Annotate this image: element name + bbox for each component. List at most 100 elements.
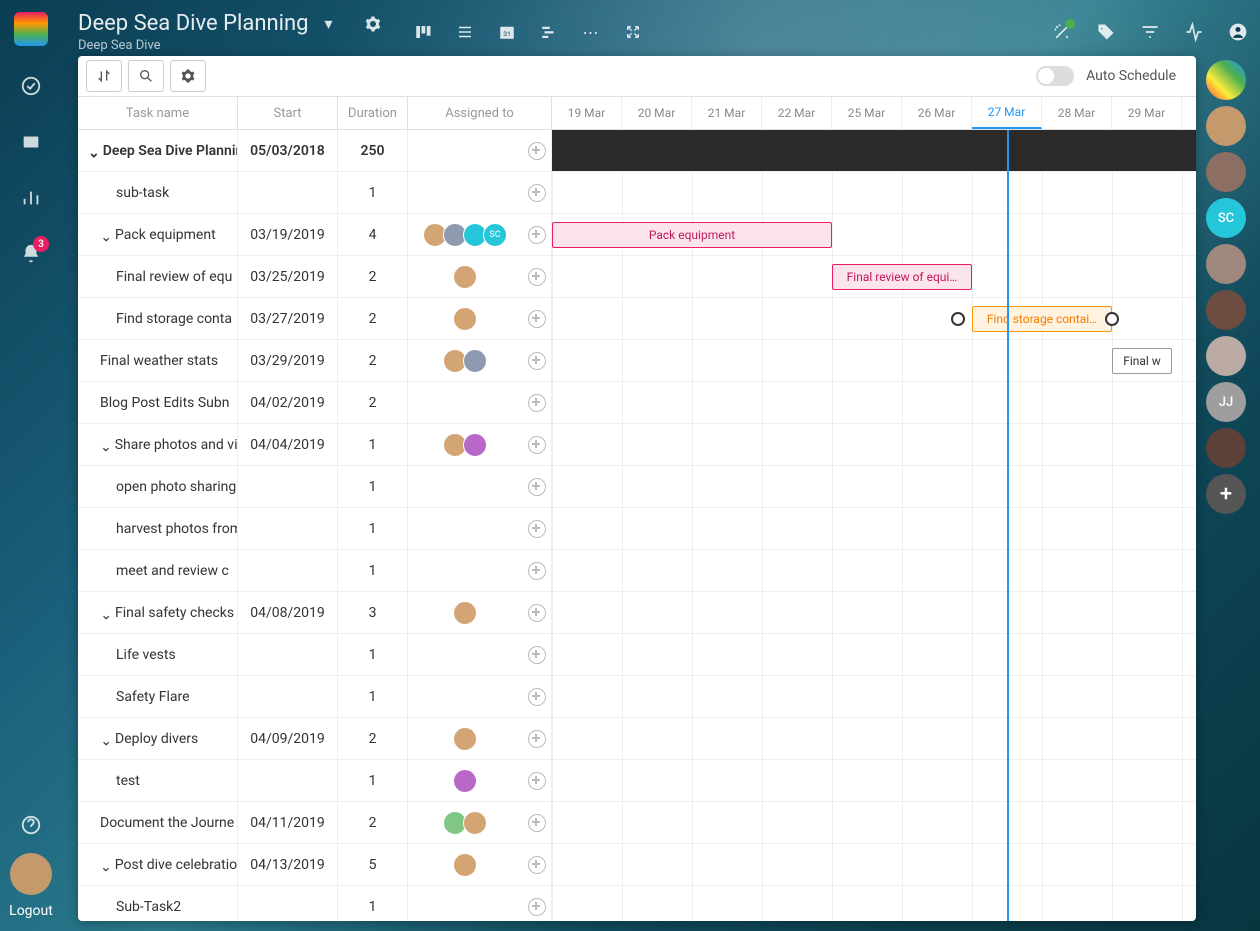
milestone-marker[interactable] (951, 312, 965, 326)
gantt-bar[interactable]: Pack equipment (552, 222, 832, 248)
task-start-cell[interactable] (238, 172, 338, 213)
expand-caret-icon[interactable]: ⌃ (100, 605, 112, 621)
col-header-start[interactable]: Start (238, 97, 338, 129)
task-start-cell[interactable] (238, 676, 338, 717)
task-name-cell[interactable]: Sub-Task2 (78, 886, 238, 921)
task-name-cell[interactable]: Document the Journe (78, 802, 238, 843)
date-header[interactable]: 20 Mar (622, 97, 692, 129)
user-icon[interactable] (1228, 22, 1248, 42)
task-duration-cell[interactable]: 1 (338, 676, 408, 717)
assignee-avatar[interactable] (453, 769, 477, 793)
assignee-avatar[interactable] (463, 349, 487, 373)
task-row[interactable]: open photo sharing1 (78, 466, 1196, 508)
add-member-button[interactable]: + (1206, 474, 1246, 514)
task-start-cell[interactable] (238, 466, 338, 507)
add-assignee-button[interactable] (522, 844, 552, 885)
task-assignee-cell[interactable] (408, 256, 522, 297)
add-assignee-button[interactable] (522, 802, 552, 843)
task-start-cell[interactable] (238, 550, 338, 591)
task-row[interactable]: harvest photos from1 (78, 508, 1196, 550)
task-duration-cell[interactable]: 2 (338, 802, 408, 843)
col-header-assigned[interactable]: Assigned to (408, 97, 552, 129)
task-assignee-cell[interactable] (408, 172, 522, 213)
timeline-cell[interactable]: Final review of equi… (552, 256, 1196, 297)
wand-icon[interactable] (1052, 22, 1072, 42)
add-assignee-button[interactable] (522, 214, 552, 255)
task-start-cell[interactable]: 04/11/2019 (238, 802, 338, 843)
task-assignee-cell[interactable] (408, 886, 522, 921)
task-name-cell[interactable]: sub-task (78, 172, 238, 213)
collapse-icon[interactable] (623, 22, 643, 42)
task-duration-cell[interactable]: 1 (338, 634, 408, 675)
auto-schedule-toggle[interactable] (1036, 66, 1074, 86)
task-duration-cell[interactable]: 1 (338, 550, 408, 591)
help-icon[interactable] (19, 813, 43, 837)
task-name-cell[interactable]: Find storage conta (78, 298, 238, 339)
task-row[interactable]: Life vests1 (78, 634, 1196, 676)
task-row[interactable]: Find storage conta03/27/20192Find storag… (78, 298, 1196, 340)
task-start-cell[interactable] (238, 886, 338, 921)
task-duration-cell[interactable]: 5 (338, 844, 408, 885)
task-row[interactable]: Final weather stats03/29/20192Final w (78, 340, 1196, 382)
task-start-cell[interactable]: 04/13/2019 (238, 844, 338, 885)
task-duration-cell[interactable]: 1 (338, 760, 408, 801)
add-assignee-button[interactable] (522, 424, 552, 465)
task-row[interactable]: Safety Flare 1 (78, 676, 1196, 718)
task-assignee-cell[interactable] (408, 130, 522, 171)
task-start-cell[interactable]: 05/03/2018 (238, 130, 338, 171)
task-duration-cell[interactable]: 1 (338, 886, 408, 921)
task-row[interactable]: Sub-Task2 1 (78, 886, 1196, 921)
task-start-cell[interactable] (238, 508, 338, 549)
task-name-cell[interactable]: ⌃Pack equipment (78, 214, 238, 255)
task-assignee-cell[interactable] (408, 844, 522, 885)
task-start-cell[interactable]: 03/29/2019 (238, 340, 338, 381)
date-header[interactable]: 28 Mar (1042, 97, 1112, 129)
task-row[interactable]: ⌃Post dive celebration04/13/20195 (78, 844, 1196, 886)
add-assignee-button[interactable] (522, 382, 552, 423)
task-row[interactable]: ⌃Pack equipment03/19/20194SCPack equipme… (78, 214, 1196, 256)
task-start-cell[interactable]: 03/19/2019 (238, 214, 338, 255)
task-duration-cell[interactable]: 2 (338, 298, 408, 339)
timeline-cell[interactable] (552, 130, 1196, 171)
assignee-avatar[interactable] (453, 853, 477, 877)
task-duration-cell[interactable]: 1 (338, 466, 408, 507)
task-start-cell[interactable]: 04/08/2019 (238, 592, 338, 633)
task-start-cell[interactable]: 04/04/2019 (238, 424, 338, 465)
timeline-cell[interactable] (552, 676, 1196, 717)
add-assignee-button[interactable] (522, 760, 552, 801)
task-name-cell[interactable]: ⌃Share photos and vic (78, 424, 238, 465)
task-name-cell[interactable]: meet and review c (78, 550, 238, 591)
boards-icon[interactable] (19, 130, 43, 154)
task-row[interactable]: meet and review c 1 (78, 550, 1196, 592)
tag-icon[interactable] (1096, 22, 1116, 42)
gantt-bar[interactable]: Final w (1112, 348, 1172, 374)
date-header[interactable]: 21 Mar (692, 97, 762, 129)
add-assignee-button[interactable] (522, 718, 552, 759)
expand-caret-icon[interactable]: ⌃ (100, 857, 112, 873)
timeline-cell[interactable] (552, 592, 1196, 633)
task-row[interactable]: Final review of equ03/25/20192Final revi… (78, 256, 1196, 298)
task-name-cell[interactable]: ⌃Deploy divers (78, 718, 238, 759)
task-assignee-cell[interactable] (408, 718, 522, 759)
expand-caret-icon[interactable]: ⌃ (100, 437, 112, 453)
task-assignee-cell[interactable] (408, 802, 522, 843)
date-header[interactable]: 26 Mar (902, 97, 972, 129)
app-logo[interactable] (14, 12, 48, 46)
timeline-cell[interactable] (552, 172, 1196, 213)
task-assignee-cell[interactable] (408, 466, 522, 507)
task-row[interactable]: Document the Journe04/11/20192 (78, 802, 1196, 844)
date-header[interactable]: 25 Mar (832, 97, 902, 129)
add-assignee-button[interactable] (522, 172, 552, 213)
task-duration-cell[interactable]: 1 (338, 172, 408, 213)
search-button[interactable] (128, 60, 164, 92)
timeline-cell[interactable]: Final w (552, 340, 1196, 381)
add-assignee-button[interactable] (522, 634, 552, 675)
notifications-icon[interactable]: 3 (19, 242, 43, 266)
gantt-bar[interactable]: Final review of equi… (832, 264, 972, 290)
assignee-avatar[interactable] (453, 265, 477, 289)
tasks-icon[interactable] (19, 74, 43, 98)
assignee-avatar[interactable] (453, 307, 477, 331)
task-start-cell[interactable] (238, 760, 338, 801)
task-name-cell[interactable]: Safety Flare (78, 676, 238, 717)
task-duration-cell[interactable]: 1 (338, 424, 408, 465)
